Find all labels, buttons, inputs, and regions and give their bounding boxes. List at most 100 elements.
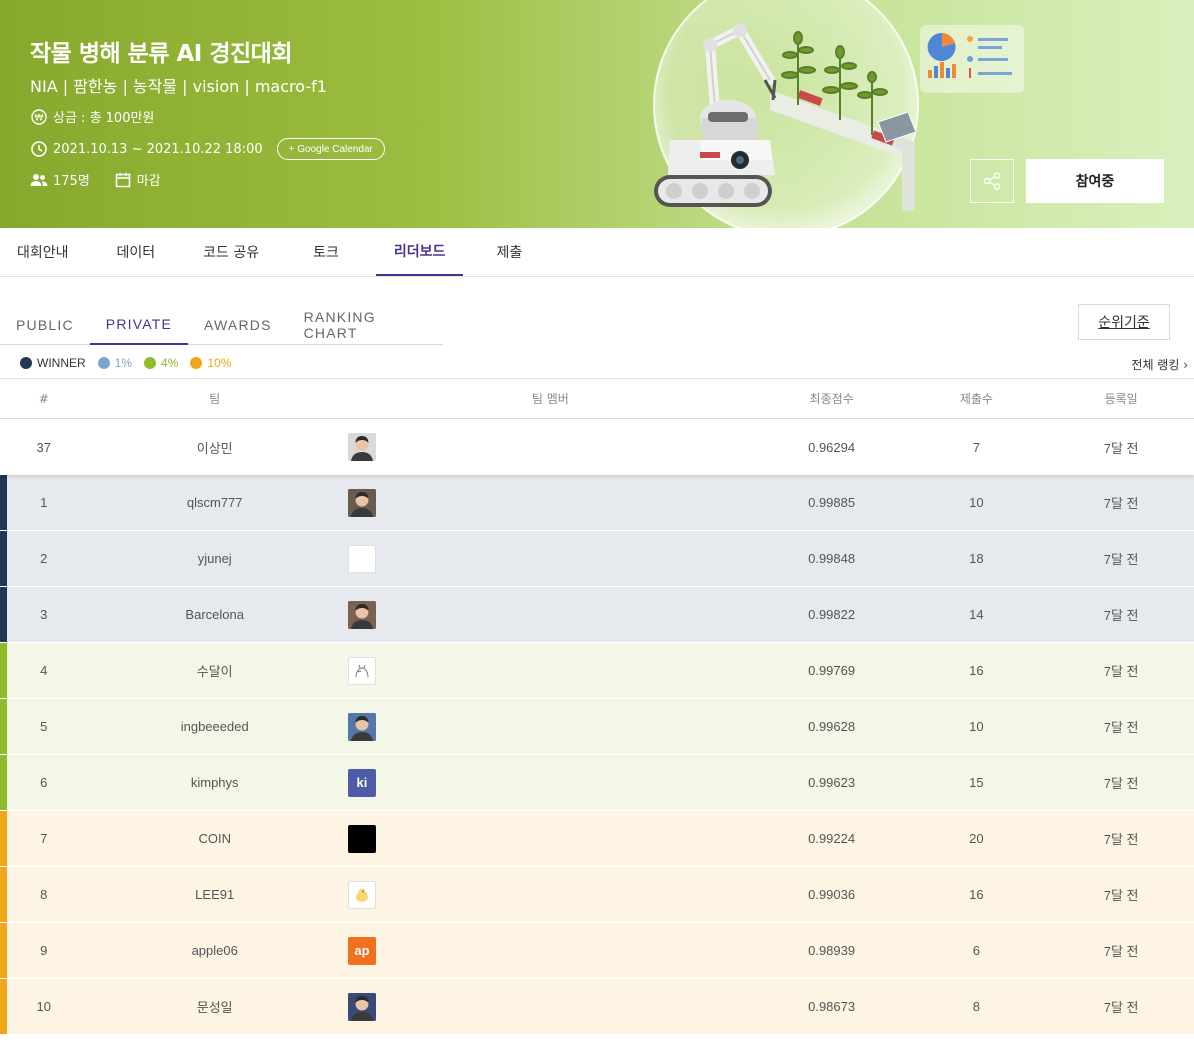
- table-body: 37 이상민 0.96294 7 7달 전 1 qlscm777 0.99885 10 7달 전2…: [0, 419, 1194, 1035]
- team-name-cell[interactable]: Barcelona: [87, 607, 342, 622]
- team-name-cell[interactable]: LEE91: [87, 887, 342, 902]
- tab-code-share[interactable]: 코드 공유: [186, 228, 276, 276]
- table-row[interactable]: 4 수달이 0.99769 16 7달 전: [0, 643, 1194, 699]
- team-name-cell[interactable]: 수달이: [87, 661, 342, 680]
- joined-button[interactable]: 참여중: [1026, 159, 1164, 203]
- team-name-cell[interactable]: COIN: [87, 831, 342, 846]
- date-cell: 7달 전: [1103, 888, 1139, 903]
- member-avatar[interactable]: [347, 712, 376, 741]
- tier-bar: [0, 699, 7, 754]
- tab-submit[interactable]: 제출: [479, 228, 539, 276]
- score-cell: 0.98673: [808, 999, 856, 1014]
- table-row[interactable]: 8 LEE91 0.99036 16 7달 전: [0, 867, 1194, 923]
- submissions-cell: 10: [969, 719, 984, 734]
- member-avatar[interactable]: [347, 880, 376, 909]
- tier-bar: [0, 979, 7, 1034]
- full-ranking-link[interactable]: 전체 랭킹 ›: [1131, 356, 1188, 373]
- team-members-cell: [342, 544, 759, 573]
- date-cell: 7달 전: [1103, 440, 1139, 456]
- subtab-private[interactable]: PRIVATE: [89, 304, 189, 345]
- date-cell: 7달 전: [1103, 944, 1139, 959]
- leaderboard-subbar: PUBLIC PRIVATE AWARDS RANKING CHART 순위기준: [0, 277, 1194, 345]
- table-row[interactable]: 2 yjunej 0.99848 18 7달 전: [0, 531, 1194, 587]
- team-members-cell: [342, 433, 759, 461]
- table-row[interactable]: 3 Barcelona 0.99822 14 7달 전: [0, 587, 1194, 643]
- team-name-cell[interactable]: apple06: [87, 943, 342, 958]
- score-cell: 0.99769: [808, 663, 856, 678]
- member-avatar[interactable]: [347, 544, 376, 573]
- table-row[interactable]: 1 qlscm777 0.99885 10 7달 전: [0, 475, 1194, 531]
- score-cell: 0.99885: [808, 495, 856, 510]
- team-name-cell[interactable]: 이상민: [87, 438, 342, 457]
- winner-dot-icon: [20, 357, 32, 369]
- submissions-cell: 6: [972, 943, 980, 958]
- team-members-cell: [342, 600, 759, 629]
- team-members-cell: [342, 880, 759, 909]
- rank-cell: 4: [40, 663, 48, 678]
- team-members-cell: [342, 992, 759, 1021]
- team-name-cell[interactable]: kimphys: [87, 775, 342, 790]
- team-members-cell: ap: [342, 936, 759, 965]
- score-cell: 0.99848: [808, 551, 856, 566]
- participants: 175명: [30, 170, 90, 189]
- table-row[interactable]: 5 ingbeeeded 0.99628 10 7달 전: [0, 699, 1194, 755]
- tier-bar: [0, 419, 7, 475]
- member-avatar[interactable]: [347, 992, 376, 1021]
- member-avatar[interactable]: [347, 656, 376, 685]
- share-button[interactable]: [970, 159, 1014, 203]
- google-calendar-button[interactable]: + Google Calendar: [276, 138, 385, 160]
- member-avatar[interactable]: [347, 824, 376, 853]
- my-team-row[interactable]: 37 이상민 0.96294 7 7달 전: [0, 419, 1194, 475]
- tab-data[interactable]: 데이터: [100, 228, 173, 276]
- member-avatar[interactable]: [347, 488, 376, 517]
- meta-row: 175명 마감: [30, 170, 185, 189]
- member-avatar[interactable]: ap: [347, 936, 376, 965]
- team-name-cell[interactable]: yjunej: [87, 551, 342, 566]
- member-avatar[interactable]: [347, 433, 376, 461]
- subtab-awards[interactable]: AWARDS: [188, 304, 288, 345]
- tab-talk[interactable]: 토크: [296, 228, 356, 276]
- table-row[interactable]: 9 apple06 ap 0.98939 6 7달 전: [0, 923, 1194, 979]
- prize-text: 상금 : 총 100만원: [53, 111, 155, 126]
- calendar-icon: [114, 171, 132, 189]
- ten-percent-dot-icon: [190, 357, 203, 369]
- team-name-cell[interactable]: ingbeeeded: [87, 719, 342, 734]
- submissions-cell: 16: [969, 887, 984, 902]
- date-cell: 7달 전: [1103, 552, 1139, 567]
- prize-row: ₩ 상금 : 총 100만원: [30, 107, 154, 126]
- four-percent-dot-icon: [144, 357, 157, 369]
- team-name-cell[interactable]: qlscm777: [87, 495, 342, 510]
- member-avatar[interactable]: ki: [347, 768, 376, 797]
- tab-overview[interactable]: 대회안내: [0, 228, 86, 276]
- leaderboard-subtabs: PUBLIC PRIVATE AWARDS RANKING CHART: [0, 304, 443, 345]
- score-cell: 0.99224: [808, 831, 856, 846]
- main-tab-bar: 대회안내 데이터 코드 공유 토크 리더보드 제출: [0, 228, 1194, 277]
- date-cell: 7달 전: [1103, 608, 1139, 623]
- rank-cell: 8: [40, 887, 48, 902]
- table-row[interactable]: 7 COIN 0.99224 20 7달 전: [0, 811, 1194, 867]
- date-cell: 7달 전: [1103, 496, 1139, 511]
- tier-bar: [0, 811, 7, 866]
- member-avatar[interactable]: [347, 600, 376, 629]
- subtab-ranking-chart[interactable]: RANKING CHART: [288, 304, 443, 345]
- legend-1pct: 1%: [97, 356, 132, 370]
- tab-leaderboard[interactable]: 리더보드: [375, 228, 464, 276]
- one-percent-dot-icon: [97, 357, 110, 369]
- team-members-cell: [342, 712, 759, 741]
- won-coin-icon: ₩: [30, 108, 48, 126]
- submissions-cell: 7: [972, 439, 980, 455]
- leaderboard-table: # 팀 팀 멤버 최종점수 제출수 등록일 37 이상민 0.96294 7 7달 전1…: [0, 378, 1194, 1035]
- tier-bar: [0, 531, 7, 586]
- team-name-cell[interactable]: 문성일: [87, 997, 342, 1016]
- subtab-public[interactable]: PUBLIC: [0, 304, 90, 345]
- tier-bar: [0, 923, 7, 978]
- legend-winner: WINNER: [20, 356, 86, 370]
- rank-cell: 5: [40, 719, 48, 734]
- table-row[interactable]: 6 kimphys ki 0.99623 15 7달 전: [0, 755, 1194, 811]
- ranking-criteria-button[interactable]: 순위기준: [1078, 304, 1170, 340]
- header-score: 최종점수: [809, 392, 854, 406]
- date-cell: 7달 전: [1103, 1000, 1139, 1015]
- score-cell: 0.99628: [808, 719, 856, 734]
- header-rank: #: [38, 391, 49, 406]
- table-row[interactable]: 10 문성일 0.98673 8 7달 전: [0, 979, 1194, 1035]
